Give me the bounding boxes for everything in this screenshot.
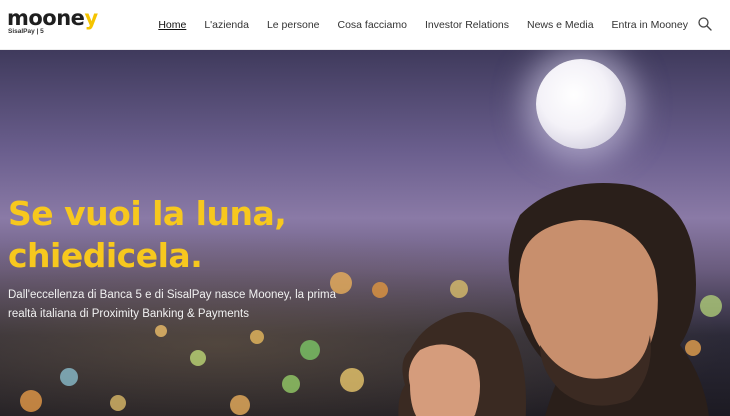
nav-item-azienda[interactable]: L'azienda [204, 19, 249, 31]
bokeh-light [340, 368, 364, 392]
nav-item-entra-in-mooney[interactable]: Entra in Mooney [612, 19, 688, 31]
nav-item-investor-relations[interactable]: Investor Relations [425, 19, 509, 31]
man-portrait [508, 183, 709, 416]
bokeh-light [250, 330, 264, 344]
search-icon[interactable] [697, 16, 713, 32]
bokeh-light [20, 390, 42, 412]
hero-description-line1: Dall'eccellenza di Banca 5 e di SisalPay… [8, 289, 336, 301]
logo-subtext: SisalPay | 5 [8, 28, 44, 35]
nav-item-cosa-facciamo[interactable]: Cosa facciamo [338, 19, 407, 31]
main-nav: Home L'azienda Le persone Cosa facciamo … [140, 0, 688, 50]
nav-item-news-media[interactable]: News e Media [527, 19, 594, 31]
bokeh-light [230, 395, 250, 415]
bokeh-light [155, 325, 167, 337]
nav-item-home[interactable]: Home [158, 19, 186, 31]
moon-image [536, 59, 626, 149]
bokeh-light [190, 350, 206, 366]
hero-title: Se vuoi la luna, chiedicela. [8, 193, 338, 277]
site-header: mooney SisalPay | 5 Home L'azienda Le pe… [0, 0, 730, 50]
logo-wordmark: mooney [7, 6, 98, 30]
hero-title-line1: Se vuoi la luna, [8, 194, 287, 233]
hero-description-line2: realtà italiana di Proximity Banking & P… [8, 308, 249, 320]
mooney-logo[interactable]: mooney SisalPay | 5 [7, 6, 99, 37]
bokeh-light [300, 340, 320, 360]
hero-banner: Se vuoi la luna, chiedicela. Dall'eccell… [0, 50, 730, 416]
bokeh-light [60, 368, 78, 386]
hero-title-line2: chiedicela. [8, 236, 203, 275]
hero-description: Dall'eccellenza di Banca 5 e di SisalPay… [8, 286, 353, 324]
bokeh-light [110, 395, 126, 411]
bokeh-light [282, 375, 300, 393]
nav-item-persone[interactable]: Le persone [267, 19, 320, 31]
